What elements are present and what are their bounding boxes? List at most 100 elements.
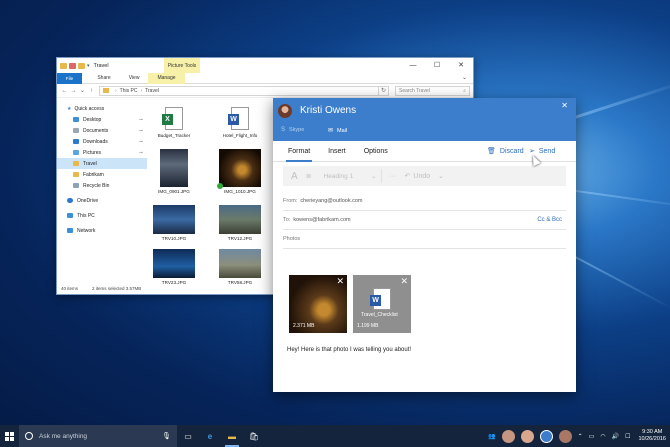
action-center-icon[interactable]: ☐ (625, 433, 630, 440)
wifi-icon[interactable]: ◠ (600, 433, 605, 440)
item-count: 40 items (61, 286, 79, 291)
breadcrumb-this-pc[interactable]: This PC (120, 88, 138, 94)
edge-browser-icon[interactable]: e (199, 425, 221, 447)
nav-item-network[interactable]: Network (57, 225, 147, 236)
discard-button[interactable]: 🗑 Discard (487, 141, 524, 162)
nav-item-onedrive[interactable]: OneDrive (57, 195, 147, 206)
explorer-title: Travel (93, 62, 109, 69)
heading-style-select[interactable]: Heading 1 ⌄ (320, 169, 382, 183)
file-item-budget-tracker[interactable]: X Budget_Tracker (151, 107, 197, 138)
file-explorer-taskbar-icon[interactable]: ▬ (221, 425, 243, 447)
explorer-title-bar[interactable]: ▾ Travel Picture Tools — ☐ ✕ (57, 58, 473, 73)
remove-attachment-icon[interactable]: ✕ (400, 276, 408, 287)
more-options-icon[interactable]: ··· (390, 173, 397, 180)
mail-compose-window[interactable]: Kristi Owens ✕ S Skype ✉ Mail Format Ins… (273, 98, 576, 392)
store-icon[interactable]: 🛍 (243, 425, 265, 447)
selection-info: 2 items selected 3.57MB (92, 286, 142, 291)
downloads-icon (73, 139, 79, 144)
nav-item-downloads[interactable]: Downloads ⊸ (57, 136, 147, 147)
task-view-icon[interactable]: ▭ (177, 425, 199, 447)
to-field[interactable]: To: kowens@fabrikam.com Cc & Bcc (283, 211, 566, 230)
contact-avatar-2[interactable] (520, 429, 534, 443)
remove-attachment-icon[interactable]: ✕ (336, 276, 344, 287)
cc-bcc-link[interactable]: Cc & Bcc (537, 217, 562, 223)
address-fields: From: cherieyang@outlook.com To: kowens@… (283, 192, 566, 249)
file-item-img-1010[interactable]: IMG_1010.JPG (217, 149, 263, 194)
file-item-trv10[interactable]: TRV10.JPG (151, 205, 197, 241)
file-item-trv58[interactable]: TRV58.JPG (217, 249, 263, 285)
minimize-button[interactable]: — (401, 58, 425, 73)
maximize-button[interactable]: ☐ (425, 58, 449, 73)
new-folder-icon[interactable] (78, 62, 85, 69)
from-field[interactable]: From: cherieyang@outlook.com (283, 192, 566, 211)
nav-item-pictures[interactable]: Pictures ⊸ (57, 147, 147, 158)
undo-label[interactable]: Undo (413, 173, 430, 180)
folder-icon (73, 172, 79, 177)
undo-icon[interactable]: ↶ (405, 172, 411, 180)
tab-share[interactable]: Share (88, 73, 119, 84)
nav-item-documents[interactable]: Documents ⊸ (57, 125, 147, 136)
to-value: kowens@fabrikam.com (293, 217, 351, 223)
nav-item-fabrikam[interactable]: Fabrikam (57, 169, 147, 180)
tab-options[interactable]: Options (355, 141, 397, 162)
attachment-photo[interactable]: ✕ 2.371 MB (289, 275, 347, 333)
clock[interactable]: 9:30 AM 10/26/2016 (638, 429, 666, 443)
contact-avatar-4[interactable] (558, 429, 572, 443)
cortana-search-box[interactable]: Ask me anything 🎙 (19, 425, 177, 447)
file-item-img-0901[interactable]: IMG_0901.JPG (151, 149, 197, 194)
subject-field[interactable]: Photos (283, 230, 566, 249)
nav-item-travel[interactable]: Travel (57, 158, 147, 169)
clock-date: 10/26/2016 (638, 436, 666, 442)
file-item-trv12[interactable]: TRV12.JPG (217, 205, 263, 241)
nav-item-this-pc[interactable]: This PC (57, 210, 147, 221)
file-item-hotel-flight-info[interactable]: W Hotel_Flight_Info (217, 107, 263, 138)
refresh-icon[interactable]: ↻ (379, 85, 389, 96)
volume-icon[interactable]: 🔊 (612, 433, 619, 440)
chevron-down-icon[interactable]: ⌄ (438, 172, 444, 180)
tab-view[interactable]: View (120, 73, 149, 84)
people-icon[interactable]: 👥 (488, 433, 495, 440)
desktop-icon (73, 117, 79, 122)
chevron-down-icon[interactable]: ▾ (87, 63, 90, 69)
nav-item-quick-access[interactable]: ★ Quick access (57, 103, 147, 114)
properties-icon[interactable] (69, 62, 76, 69)
microphone-icon[interactable]: 🎙 (162, 432, 171, 440)
photo-thumbnail (219, 249, 261, 278)
start-button[interactable] (0, 425, 19, 447)
computer-icon (67, 213, 73, 218)
contact-avatar-3[interactable] (539, 429, 553, 443)
file-item-trv23[interactable]: TRV23.JPG (151, 249, 197, 285)
tab-insert[interactable]: Insert (319, 141, 355, 162)
search-icon: ⌕ (463, 87, 466, 94)
tab-file[interactable]: File (57, 72, 82, 84)
recipient-name: Kristi Owens (300, 105, 357, 116)
explorer-search-input[interactable]: Search Travel ⌕ (395, 85, 470, 96)
attachment-document[interactable]: ✕ W Travel_Checklist 1.199 MB (353, 275, 411, 333)
paragraph-format-icon[interactable]: ≣ (306, 172, 312, 180)
tab-format[interactable]: Format (279, 141, 319, 162)
contact-avatar-1[interactable] (501, 429, 515, 443)
skype-icon: S (281, 127, 286, 133)
picture-tools-label: Picture Tools (164, 58, 200, 73)
photo-thumbnail (153, 249, 195, 278)
mail-header: Kristi Owens ✕ S Skype ✉ Mail (273, 98, 576, 141)
nav-item-recycle-bin[interactable]: Recycle Bin (57, 180, 147, 191)
back-icon[interactable]: ← (60, 88, 69, 94)
font-icon[interactable]: A (291, 171, 298, 182)
chevron-up-icon[interactable]: ⌃ (578, 433, 583, 440)
network-icon (67, 228, 73, 233)
close-icon[interactable]: ✕ (561, 101, 568, 110)
close-button[interactable]: ✕ (449, 58, 473, 73)
address-bar[interactable]: › This PC › Travel (99, 85, 379, 96)
breadcrumb-travel[interactable]: Travel (145, 88, 159, 94)
battery-icon[interactable]: ▭ (589, 433, 595, 440)
recent-chevron-icon[interactable]: ⌄ (78, 87, 87, 94)
up-icon[interactable]: ↑ (87, 88, 96, 94)
account-tab-mail[interactable]: ✉ Mail (328, 127, 347, 135)
forward-icon[interactable]: → (69, 88, 78, 94)
nav-item-desktop[interactable]: Desktop ⊸ (57, 114, 147, 125)
account-tab-skype[interactable]: S Skype (281, 127, 304, 133)
message-body[interactable]: Hey! Here is that photo I was telling yo… (287, 347, 411, 353)
tab-manage[interactable]: Manage (148, 72, 185, 84)
expand-ribbon-icon[interactable]: ⌄ (462, 74, 467, 81)
